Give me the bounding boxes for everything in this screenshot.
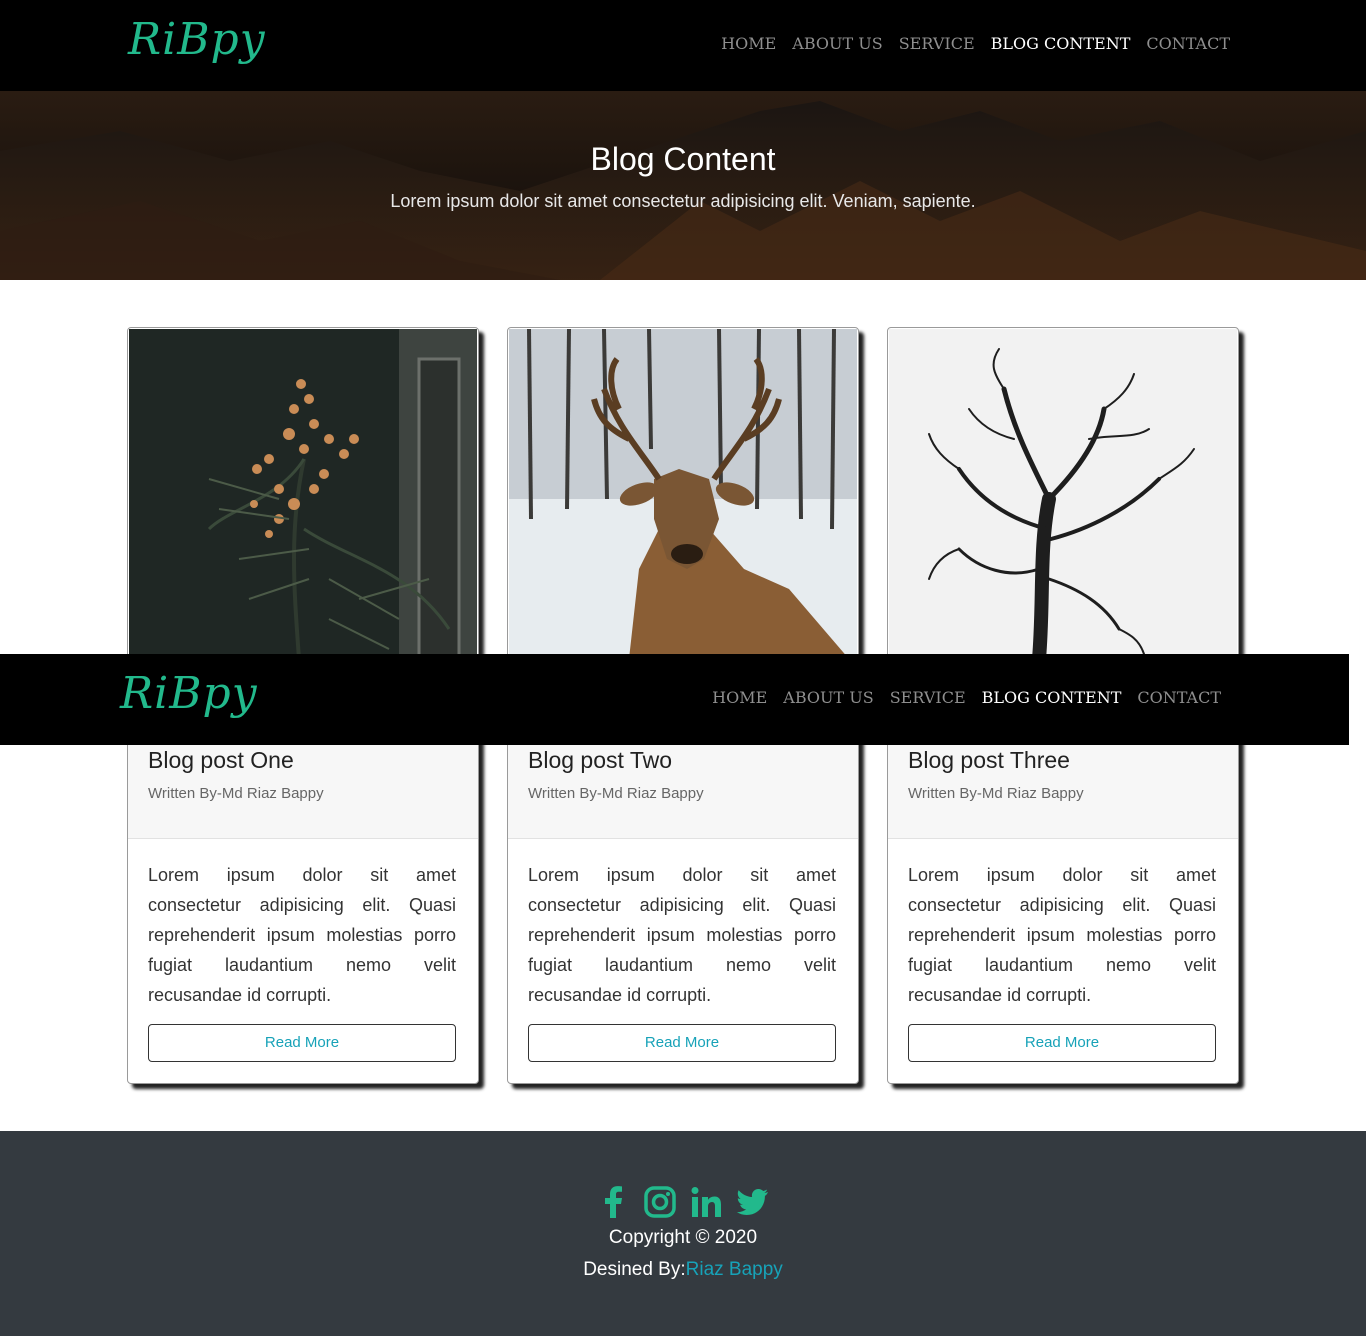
designed-by: Desined By:Riaz Bappy [0, 1259, 1366, 1281]
card-text: Lorem ipsum dolor sit amet consectetur a… [908, 865, 1216, 1005]
nav-home[interactable]: HOME [721, 34, 776, 53]
copyright-text: Copyright © 2020 [608, 1227, 758, 1248]
brand-logo[interactable]: RiBpy [120, 668, 258, 719]
nav-blog-content[interactable]: BLOG CONTENT [982, 688, 1122, 707]
deer-in-snow-image [509, 329, 857, 659]
card-author: Written By-Md Riaz Bappy [908, 785, 1084, 802]
hero-title: Blog Content [590, 141, 776, 177]
nav-service[interactable]: SERVICE [890, 688, 966, 707]
read-more-button[interactable]: Read More [908, 1024, 1216, 1062]
flower-branch-image [129, 329, 477, 659]
designed-by-label: Desined By: [583, 1259, 686, 1280]
nav-contact[interactable]: CONTACT [1146, 34, 1230, 53]
card-title: Blog post One [148, 747, 294, 773]
nav-about-us[interactable]: ABOUT US [783, 688, 873, 707]
nav-menu: HOME ABOUT US SERVICE BLOG CONTENT CONTA… [696, 688, 1221, 707]
top-navbar: RiBpy HOME ABOUT US SERVICE BLOG CONTENT… [0, 0, 1366, 91]
sticky-navbar: RiBpy HOME ABOUT US SERVICE BLOG CONTENT… [0, 654, 1349, 745]
social-links [0, 1185, 1366, 1219]
card-text: Lorem ipsum dolor sit amet consectetur a… [528, 865, 836, 1005]
card-author: Written By-Md Riaz Bappy [148, 785, 324, 802]
bare-tree-image [889, 329, 1237, 659]
page: RiBpy HOME ABOUT US SERVICE BLOG CONTENT… [0, 0, 1366, 1336]
mountain-background-image [0, 91, 1366, 280]
nav-service[interactable]: SERVICE [899, 34, 975, 53]
facebook-icon[interactable] [597, 1185, 631, 1219]
author-link[interactable]: Riaz Bappy [686, 1259, 783, 1280]
nav-blog-content[interactable]: BLOG CONTENT [991, 34, 1131, 53]
card-image [889, 329, 1237, 659]
card-title: Blog post Three [908, 747, 1070, 773]
linkedin-icon[interactable] [689, 1185, 723, 1219]
read-more-button[interactable]: Read More [528, 1024, 836, 1062]
card-author: Written By-Md Riaz Bappy [528, 785, 704, 802]
footer: Copyright © 2020 Desined By:Riaz Bappy [0, 1131, 1366, 1336]
hero-subtitle: Lorem ipsum dolor sit amet consectetur a… [390, 191, 976, 211]
card-text: Lorem ipsum dolor sit amet consectetur a… [148, 865, 456, 1005]
nav-home[interactable]: HOME [712, 688, 767, 707]
nav-about-us[interactable]: ABOUT US [792, 34, 882, 53]
read-more-button[interactable]: Read More [148, 1024, 456, 1062]
card-image [509, 329, 857, 659]
instagram-icon[interactable] [643, 1185, 677, 1219]
hero-banner: Blog Content Lorem ipsum dolor sit amet … [0, 91, 1366, 280]
brand-logo[interactable]: RiBpy [128, 14, 266, 65]
twitter-icon[interactable] [735, 1185, 769, 1219]
nav-menu: HOME ABOUT US SERVICE BLOG CONTENT CONTA… [705, 34, 1230, 53]
nav-contact[interactable]: CONTACT [1137, 688, 1221, 707]
card-image [129, 329, 477, 659]
card-title: Blog post Two [528, 747, 673, 773]
